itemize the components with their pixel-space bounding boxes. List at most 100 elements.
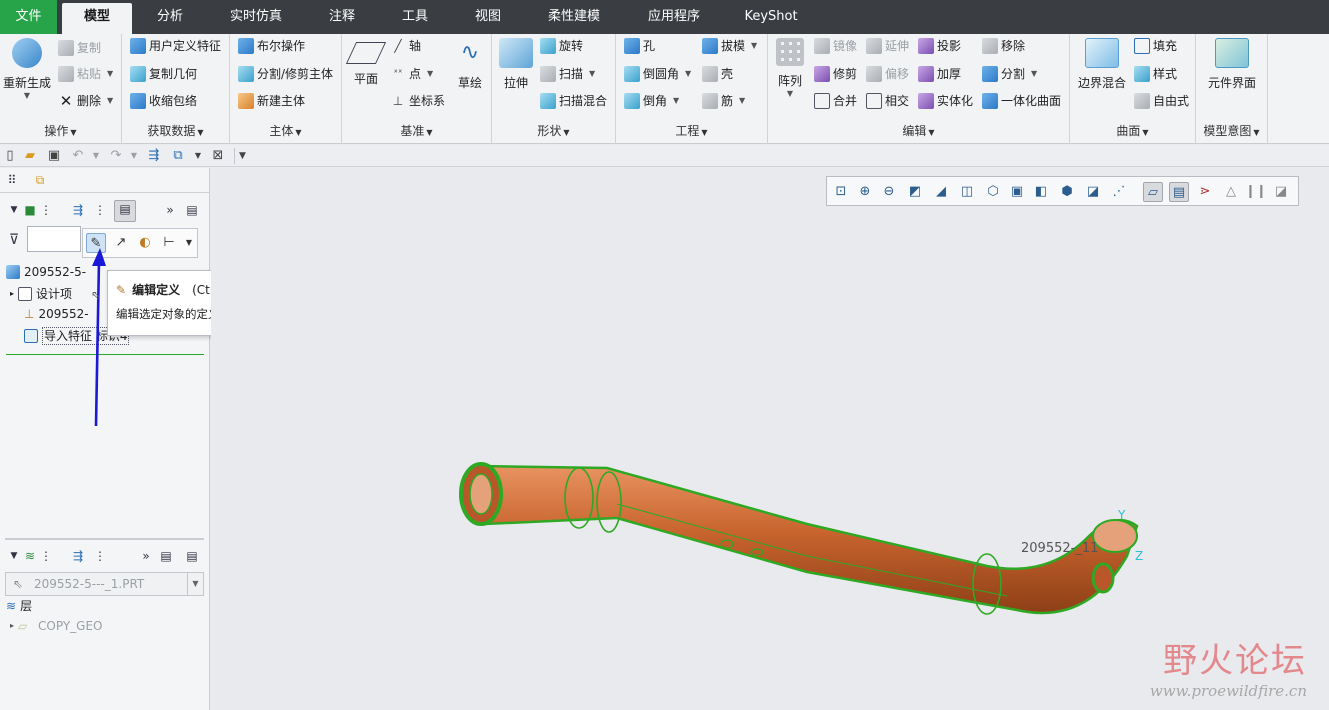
chevron-down-icon[interactable]: ▼: [774, 89, 806, 98]
boolean-button[interactable]: 布尔操作: [238, 36, 305, 56]
section-icon[interactable]: ⬢: [1057, 182, 1077, 202]
save-icon[interactable]: ▣: [46, 148, 62, 164]
chevron-down-icon[interactable]: ▼: [6, 548, 22, 564]
expand-arrow-icon[interactable]: ▸: [10, 616, 14, 636]
user-defined-feature-button[interactable]: 用户定义特征: [130, 36, 221, 56]
tree-settings-icon[interactable]: ▤: [184, 202, 200, 218]
layer-properties-icon[interactable]: ▤: [184, 548, 200, 564]
chevron-down-icon[interactable]: ▼: [1031, 64, 1037, 84]
tree-root[interactable]: 209552-5-: [6, 262, 86, 282]
chevron-down-icon[interactable]: ▼: [589, 64, 595, 84]
trim-button[interactable]: 修剪: [814, 64, 857, 84]
axis-button[interactable]: ╱ 轴: [390, 36, 421, 56]
graphics-window[interactable]: ⊡ ⊕ ⊖ ◩ ◢ ◫ ⬡ ▣ ◧ ⬢ ◪ ⋰ ▱ ▤ ⋗ △ ❙❙ ◪ 209…: [211, 168, 1329, 710]
mirror-button[interactable]: 镜像: [814, 36, 857, 56]
merge-button[interactable]: 合并: [814, 91, 857, 111]
open-folder-icon[interactable]: ▰: [22, 148, 38, 164]
plane-button[interactable]: 平面: [345, 38, 387, 87]
undo-icon[interactable]: ↶: [70, 148, 86, 164]
style-button[interactable]: 样式: [1134, 64, 1177, 84]
customize-toolbar-icon[interactable]: ▼: [234, 148, 250, 164]
chevron-down-icon[interactable]: ▼: [126, 148, 142, 164]
chevron-down-icon[interactable]: ▼: [88, 148, 104, 164]
named-views-icon[interactable]: ◧: [1031, 182, 1051, 202]
new-body-button[interactable]: 新建主体: [238, 91, 305, 111]
regenerate-icon[interactable]: ⇶: [146, 148, 162, 164]
annotation-display-icon[interactable]: ◪: [1083, 182, 1103, 202]
shrinkwrap-button[interactable]: 收缩包络: [130, 91, 197, 111]
csys-display-icon[interactable]: △: [1221, 182, 1241, 202]
group-label-engineering[interactable]: 工程 ▼: [616, 122, 767, 139]
group-label-shapes[interactable]: 形状 ▼: [492, 122, 615, 139]
csys-button[interactable]: ⊥ 坐标系: [390, 91, 445, 111]
tab-flexible-modeling[interactable]: 柔性建模: [532, 0, 616, 34]
tab-keyshot[interactable]: KeyShot: [732, 0, 810, 34]
delete-button[interactable]: ✕ 删除 ▼: [58, 91, 113, 111]
hole-button[interactable]: 孔: [624, 36, 655, 56]
zoom-in-icon[interactable]: ⊕: [855, 182, 875, 202]
redo-icon[interactable]: ↷: [108, 148, 124, 164]
remove-button[interactable]: 移除: [982, 36, 1025, 56]
revolve-button[interactable]: 旋转: [540, 36, 583, 56]
swept-blend-button[interactable]: 扫描混合: [540, 91, 607, 111]
tab-model[interactable]: 模型: [62, 3, 132, 34]
expand-panel-icon[interactable]: »: [138, 548, 154, 564]
group-label-datum[interactable]: 基准 ▼: [342, 122, 491, 139]
group-label-operations[interactable]: 操作 ▼: [0, 122, 121, 139]
zoom-out-icon[interactable]: ⊖: [879, 182, 899, 202]
tab-analysis[interactable]: 分析: [140, 0, 200, 34]
paste-button[interactable]: 粘贴 ▼: [58, 64, 113, 84]
repaint-icon[interactable]: ◩: [905, 182, 925, 202]
split-trim-body-button[interactable]: 分割/修剪主体: [238, 64, 333, 84]
freestyle-button[interactable]: 自由式: [1134, 91, 1189, 111]
point-display-icon[interactable]: ⋗: [1195, 182, 1215, 202]
layer-settings-icon[interactable]: ▤: [158, 548, 174, 564]
chevron-down-icon[interactable]: ▼: [190, 148, 206, 164]
tab-applications[interactable]: 应用程序: [632, 0, 716, 34]
tab-view[interactable]: 视图: [459, 0, 517, 34]
chevron-down-icon[interactable]: ▼: [673, 91, 679, 111]
regenerate-button[interactable]: 重新生成 ▼: [2, 38, 52, 100]
copy-button[interactable]: 复制: [58, 38, 101, 58]
chevron-down-icon[interactable]: ▼: [2, 91, 52, 100]
project-button[interactable]: 投影: [918, 36, 961, 56]
active-model-select[interactable]: ⇖ 209552-5---_1.PRT ▼: [5, 572, 204, 596]
tab-annotate[interactable]: 注释: [313, 0, 371, 34]
layer-filter-icon[interactable]: ⇶: [70, 548, 86, 564]
round-button[interactable]: 倒圆角 ▼: [624, 64, 691, 84]
search-input[interactable]: [27, 226, 81, 252]
group-label-model-intent[interactable]: 模型意图 ▼: [1196, 122, 1267, 139]
fill-button[interactable]: 填充: [1134, 36, 1177, 56]
copy-geometry-button[interactable]: 复制几何: [130, 64, 197, 84]
extrude-button[interactable]: 拉伸: [496, 38, 536, 91]
pause-icon[interactable]: ❙❙: [1245, 182, 1267, 202]
chevron-down-icon[interactable]: ▼: [739, 91, 745, 111]
axis-display-icon[interactable]: ▤: [1169, 182, 1189, 202]
filter-icon[interactable]: ⊽: [6, 232, 22, 248]
rib-button[interactable]: 筋 ▼: [702, 91, 745, 111]
group-label-get-data[interactable]: 获取数据 ▼: [122, 122, 229, 139]
tree-columns-icon[interactable]: ⋮: [92, 202, 108, 218]
expand-arrow-icon[interactable]: ▸: [10, 284, 14, 304]
boundary-blend-button[interactable]: 边界混合: [1074, 38, 1130, 91]
chamfer-button[interactable]: 倒角 ▼: [624, 91, 679, 111]
chevron-down-icon[interactable]: ▼: [751, 36, 757, 56]
tree-filter-icon[interactable]: ⇶: [70, 202, 86, 218]
chevron-down-icon[interactable]: ▼: [107, 64, 113, 84]
chevron-down-icon[interactable]: ▼: [6, 202, 22, 218]
layer-columns-icon[interactable]: ⋮: [92, 548, 108, 564]
new-file-icon[interactable]: ▯: [2, 148, 18, 164]
chevron-down-icon[interactable]: ▼: [427, 64, 433, 84]
pattern-button[interactable]: 阵列 ▼: [774, 38, 806, 98]
draft-button[interactable]: 拔模 ▼: [702, 36, 757, 56]
chevron-down-icon[interactable]: ▼: [107, 91, 113, 111]
extend-button[interactable]: 延伸: [866, 36, 909, 56]
windows-icon[interactable]: ⧉: [170, 148, 186, 164]
component-interface-button[interactable]: 元件界面: [1202, 38, 1262, 91]
group-label-editing[interactable]: 编辑 ▼: [768, 122, 1069, 139]
perspective-icon[interactable]: ◢: [931, 182, 951, 202]
sweep-button[interactable]: 扫描 ▼: [540, 64, 595, 84]
more-dots-icon[interactable]: ⋮: [38, 202, 54, 218]
shell-button[interactable]: 壳: [702, 64, 733, 84]
unify-surface-button[interactable]: 一体化曲面: [982, 91, 1061, 111]
